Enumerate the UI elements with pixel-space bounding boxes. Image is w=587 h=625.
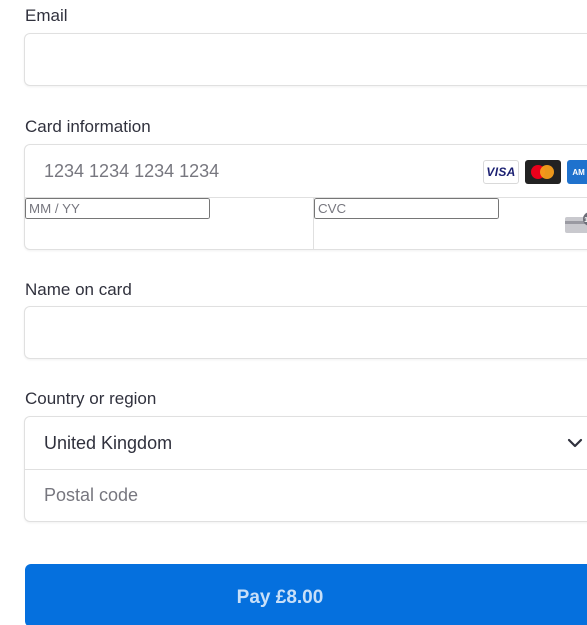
name-on-card-label: Name on card — [25, 280, 132, 299]
checkout-form: Email Card information VISA AM EX — [0, 0, 587, 625]
visa-text: VISA — [486, 165, 516, 179]
card-information-group: VISA AM EX 135 — [24, 144, 587, 250]
country-group: United Kingdom — [24, 416, 587, 522]
name-on-card-wrapper — [24, 306, 587, 359]
country-selected-value: United Kingdom — [44, 432, 173, 453]
mastercard-icon — [525, 160, 561, 184]
email-field[interactable] — [25, 34, 587, 85]
postal-code-segment — [25, 469, 587, 521]
cvc-input[interactable] — [314, 198, 499, 219]
cvc-segment: 135 — [314, 198, 587, 249]
expiry-input[interactable] — [25, 198, 210, 219]
cvc-card-icon: 135 — [565, 212, 587, 233]
card-expiry-cvc-row: 135 — [25, 197, 587, 249]
visa-icon: VISA — [483, 160, 519, 184]
country-select[interactable]: United Kingdom — [25, 417, 587, 469]
amex-icon: AM EX — [567, 160, 587, 184]
pay-button[interactable]: Pay £8.00 — [25, 564, 587, 625]
card-information-label: Card information — [25, 117, 151, 136]
country-label: Country or region — [25, 389, 157, 408]
amex-text: AM EX — [572, 168, 587, 177]
chevron-down-icon — [567, 438, 583, 448]
pay-button-label: Pay £8.00 — [236, 587, 324, 608]
name-on-card-field[interactable] — [25, 307, 587, 358]
card-number-segment: VISA AM EX — [25, 145, 587, 197]
expiry-segment — [25, 198, 314, 249]
email-field-wrapper — [24, 33, 587, 86]
postal-code-input[interactable] — [25, 470, 587, 521]
card-brands: VISA AM EX — [483, 160, 587, 184]
email-label: Email — [25, 6, 68, 25]
